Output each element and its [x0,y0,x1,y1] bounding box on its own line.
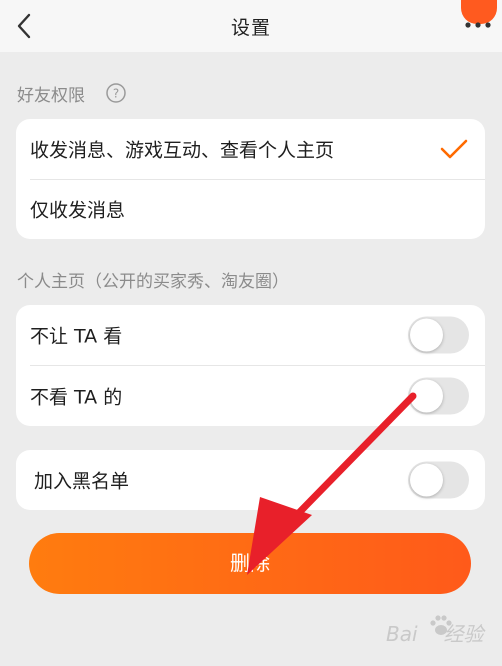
toggle-knob [410,379,443,413]
permission-option-label: 收发消息、游戏互动、查看个人主页 [30,139,335,162]
top-navigation-bar: 设置 [0,0,502,52]
permission-option-full[interactable]: 收发消息、游戏互动、查看个人主页 [16,119,485,179]
homepage-privacy-card: 不让 TA 看 不看 TA 的 [16,305,485,426]
toggle-label: 不看 TA 的 [30,386,123,409]
paw-icon [430,615,452,635]
toggle-label: 不让 TA 看 [30,325,123,348]
permission-option-message-only[interactable]: 仅收发消息 [16,179,485,239]
svg-text:?: ? [113,87,119,101]
friend-permission-card: 收发消息、游戏互动、查看个人主页 仅收发消息 [16,119,485,239]
page-title: 设置 [230,17,271,39]
toggle-row-blacklist: 加入黑名单 [16,450,485,510]
blacklist-card: 加入黑名单 [16,450,485,510]
baidu-jingyan-watermark: Bai 经验 [386,612,494,652]
delete-button[interactable]: 删除 [29,533,471,594]
section-label-homepage: 个人主页（公开的买家秀、淘友圈） [17,272,289,292]
toggle-row-dont-see-theirs: 不看 TA 的 [16,366,485,426]
hide-from-them-toggle[interactable] [408,316,469,354]
blacklist-toggle[interactable] [408,461,469,499]
checkmark-icon [440,139,468,159]
toggle-row-hide-from-them: 不让 TA 看 [16,305,485,365]
section-label-friend-permission: 好友权限 [17,86,85,106]
blacklist-label: 加入黑名单 [34,470,130,493]
dont-see-theirs-toggle[interactable] [408,377,469,415]
more-dots-icon[interactable] [463,21,493,29]
question-circle-icon[interactable]: ? [105,82,127,104]
permission-option-label: 仅收发消息 [30,199,126,222]
toggle-knob [410,318,443,352]
toggle-knob [410,463,443,497]
